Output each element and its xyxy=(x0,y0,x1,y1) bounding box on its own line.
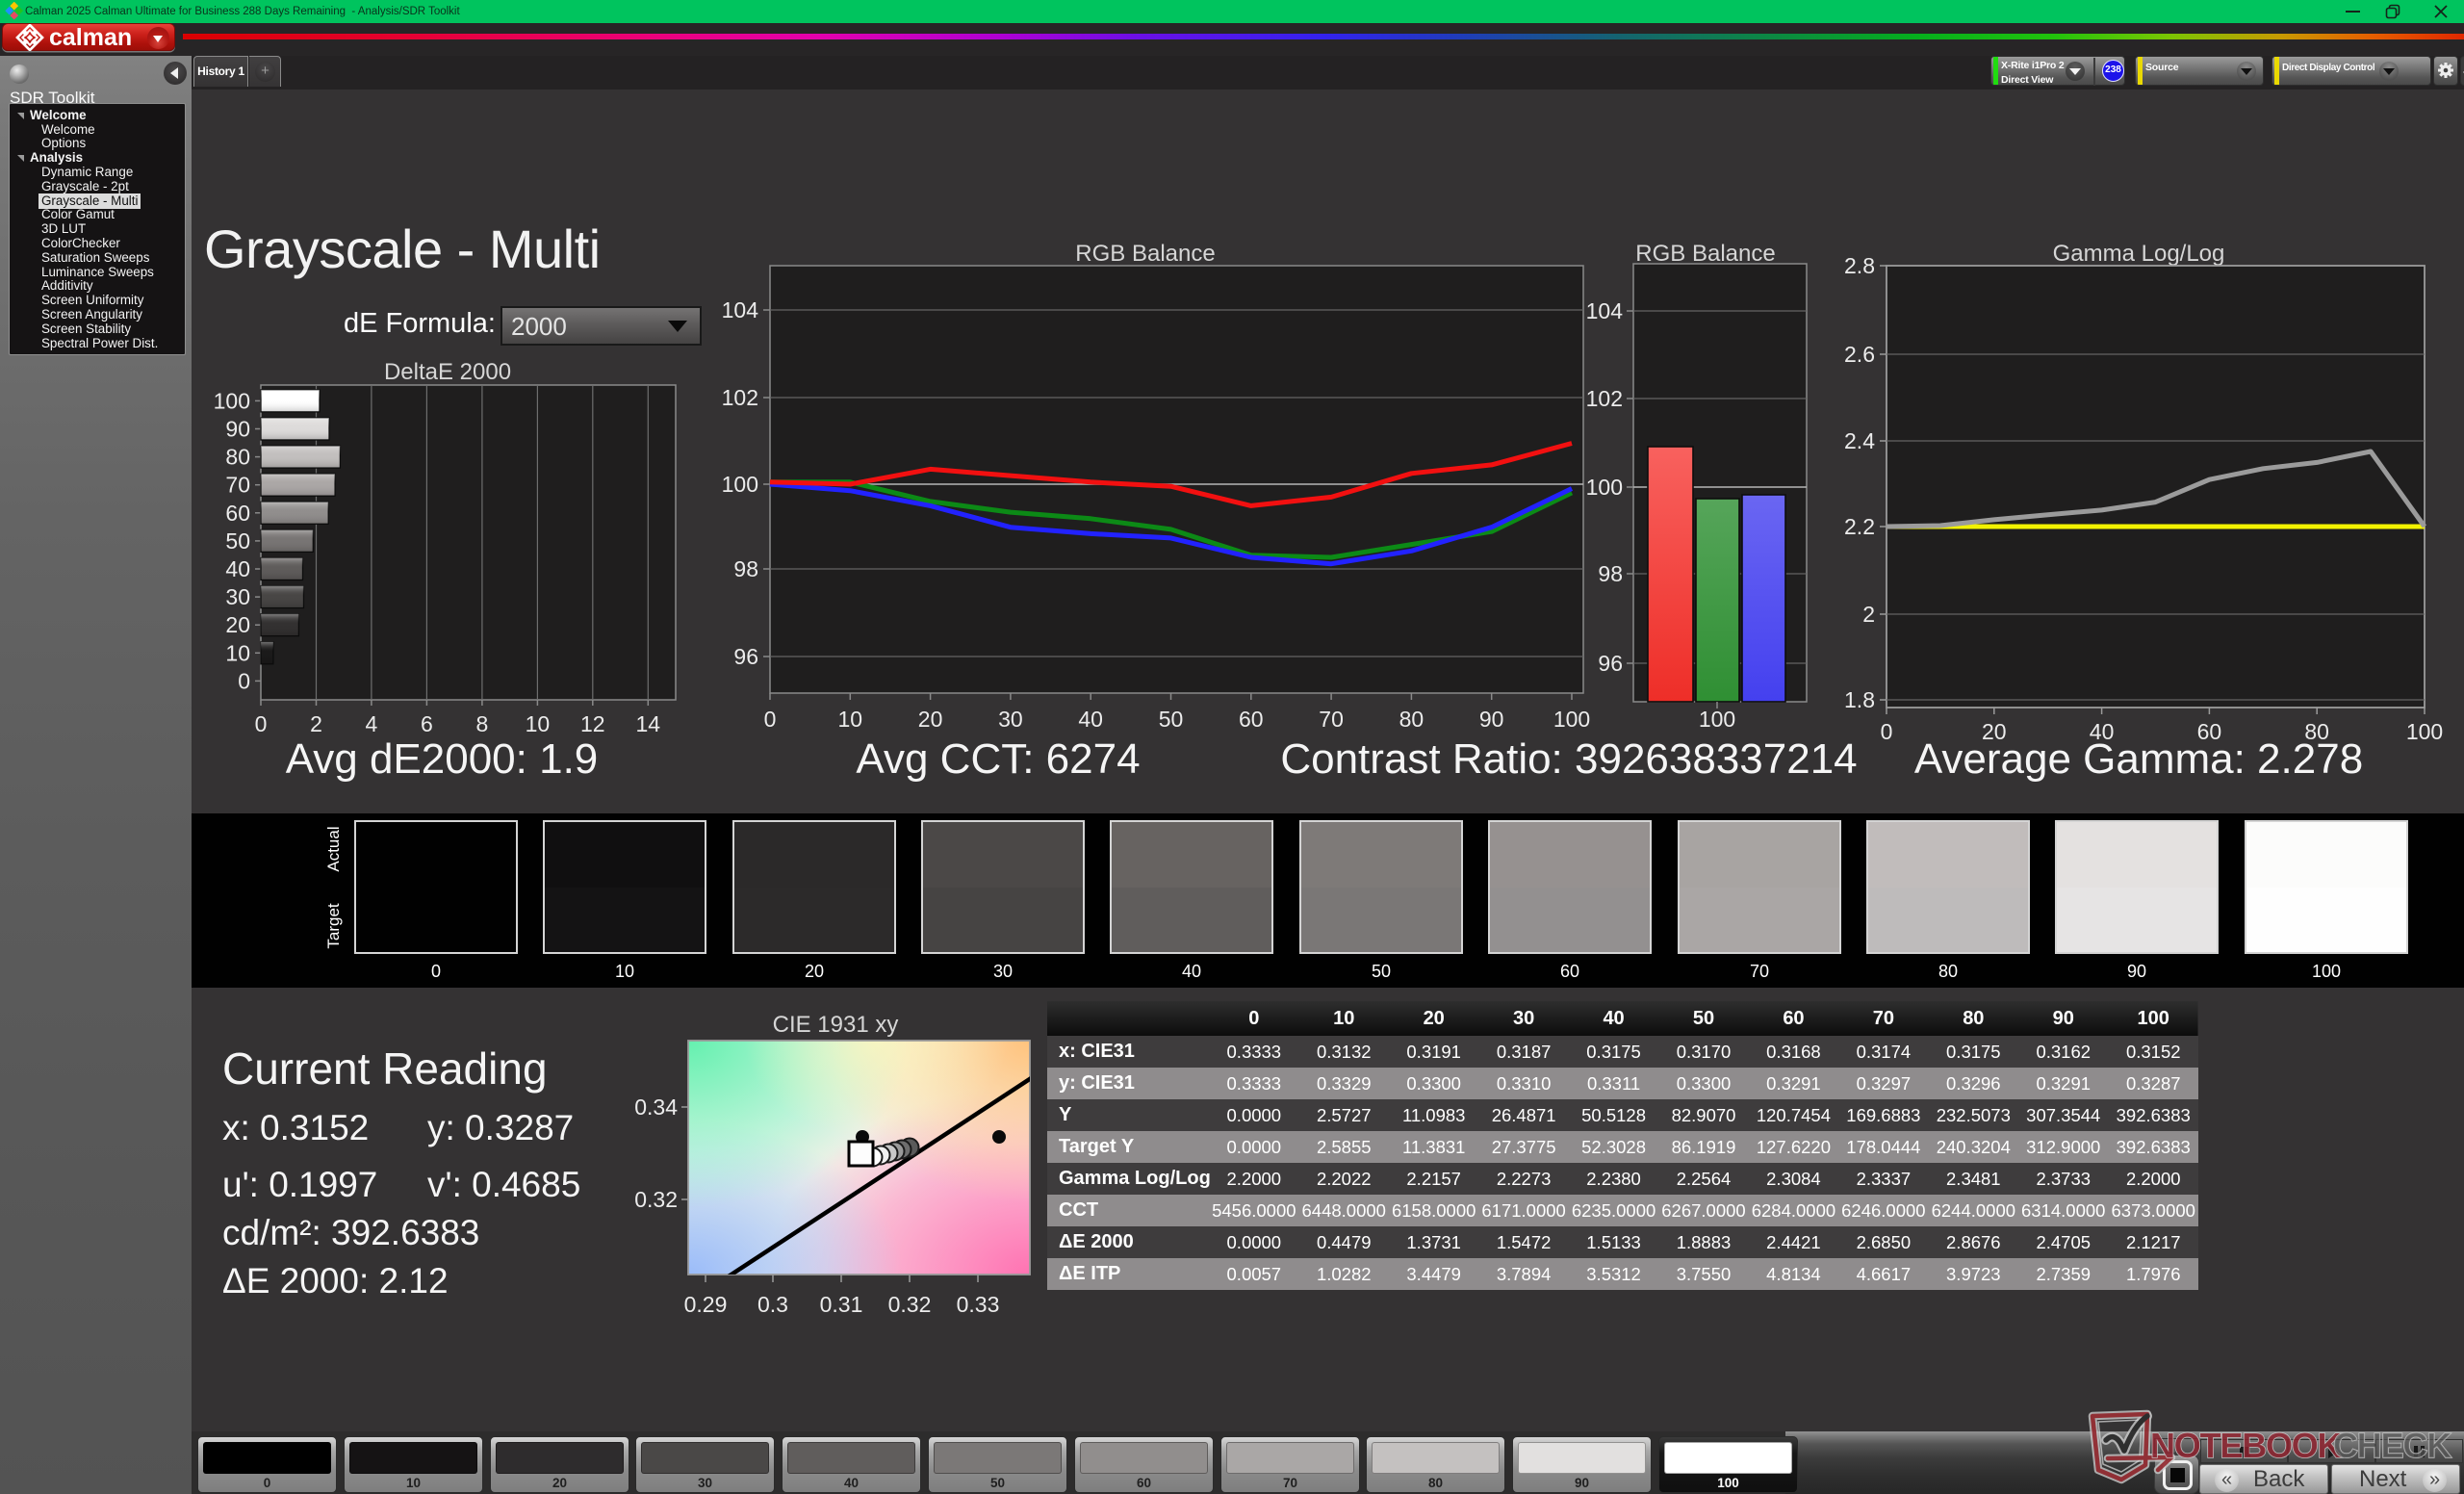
svg-text:70: 70 xyxy=(1319,707,1344,732)
svg-text:104: 104 xyxy=(1586,298,1624,323)
svg-text:30: 30 xyxy=(225,584,250,609)
svg-text:40: 40 xyxy=(225,556,250,581)
svg-text:0: 0 xyxy=(764,707,777,732)
svg-text:0: 0 xyxy=(238,668,250,693)
svg-text:0.33: 0.33 xyxy=(957,1292,1000,1317)
svg-text:50: 50 xyxy=(1159,707,1184,732)
svg-text:98: 98 xyxy=(733,556,758,581)
svg-text:104: 104 xyxy=(722,297,759,322)
svg-text:80: 80 xyxy=(225,445,250,470)
svg-text:50: 50 xyxy=(225,528,250,554)
svg-text:RGB Balance: RGB Balance xyxy=(1075,241,1215,267)
svg-text:DeltaE 2000: DeltaE 2000 xyxy=(384,359,511,385)
svg-text:0.32: 0.32 xyxy=(634,1187,678,1212)
svg-text:100: 100 xyxy=(1586,475,1623,500)
svg-text:60: 60 xyxy=(1239,707,1264,732)
svg-text:100: 100 xyxy=(1699,707,1735,732)
svg-text:Gamma Log/Log: Gamma Log/Log xyxy=(2053,241,2225,267)
svg-text:6: 6 xyxy=(421,711,433,736)
svg-text:102: 102 xyxy=(722,385,758,410)
svg-text:CIE 1931 xy: CIE 1931 xy xyxy=(773,1012,899,1038)
svg-text:8: 8 xyxy=(476,711,489,736)
svg-text:70: 70 xyxy=(225,473,250,498)
svg-text:102: 102 xyxy=(1586,386,1623,411)
svg-text:0.34: 0.34 xyxy=(634,1095,678,1120)
svg-text:2.8: 2.8 xyxy=(1844,253,1875,278)
svg-text:30: 30 xyxy=(998,707,1023,732)
svg-text:CHECK: CHECK xyxy=(2333,1426,2451,1465)
svg-text:96: 96 xyxy=(733,644,758,669)
svg-text:RGB Balance: RGB Balance xyxy=(1635,241,1775,267)
svg-text:0.3: 0.3 xyxy=(757,1292,788,1317)
svg-text:20: 20 xyxy=(918,707,943,732)
svg-text:2.4: 2.4 xyxy=(1844,428,1875,453)
svg-text:1.8: 1.8 xyxy=(1844,687,1875,712)
svg-text:100: 100 xyxy=(214,388,250,413)
svg-text:100: 100 xyxy=(722,472,758,497)
svg-text:10: 10 xyxy=(838,707,863,732)
svg-text:2: 2 xyxy=(310,711,322,736)
svg-text:14: 14 xyxy=(636,711,661,736)
svg-text:20: 20 xyxy=(225,612,250,637)
svg-text:0.29: 0.29 xyxy=(684,1292,728,1317)
svg-text:98: 98 xyxy=(1598,561,1623,586)
svg-text:60: 60 xyxy=(225,501,250,526)
svg-text:2.2: 2.2 xyxy=(1844,514,1875,539)
svg-text:96: 96 xyxy=(1598,651,1623,676)
svg-text:80: 80 xyxy=(1399,707,1424,732)
svg-text:40: 40 xyxy=(1078,707,1103,732)
svg-text:2: 2 xyxy=(1862,602,1875,627)
svg-text:2.6: 2.6 xyxy=(1844,342,1875,367)
svg-text:0.32: 0.32 xyxy=(888,1292,932,1317)
svg-text:90: 90 xyxy=(225,417,250,442)
svg-text:10: 10 xyxy=(526,711,551,736)
svg-text:10: 10 xyxy=(225,640,250,665)
svg-text:90: 90 xyxy=(1479,707,1504,732)
svg-text:NOTEBOOK: NOTEBOOK xyxy=(2150,1426,2343,1465)
svg-text:12: 12 xyxy=(580,711,605,736)
svg-text:4: 4 xyxy=(366,711,378,736)
svg-text:0: 0 xyxy=(255,711,268,736)
svg-text:0.31: 0.31 xyxy=(820,1292,863,1317)
